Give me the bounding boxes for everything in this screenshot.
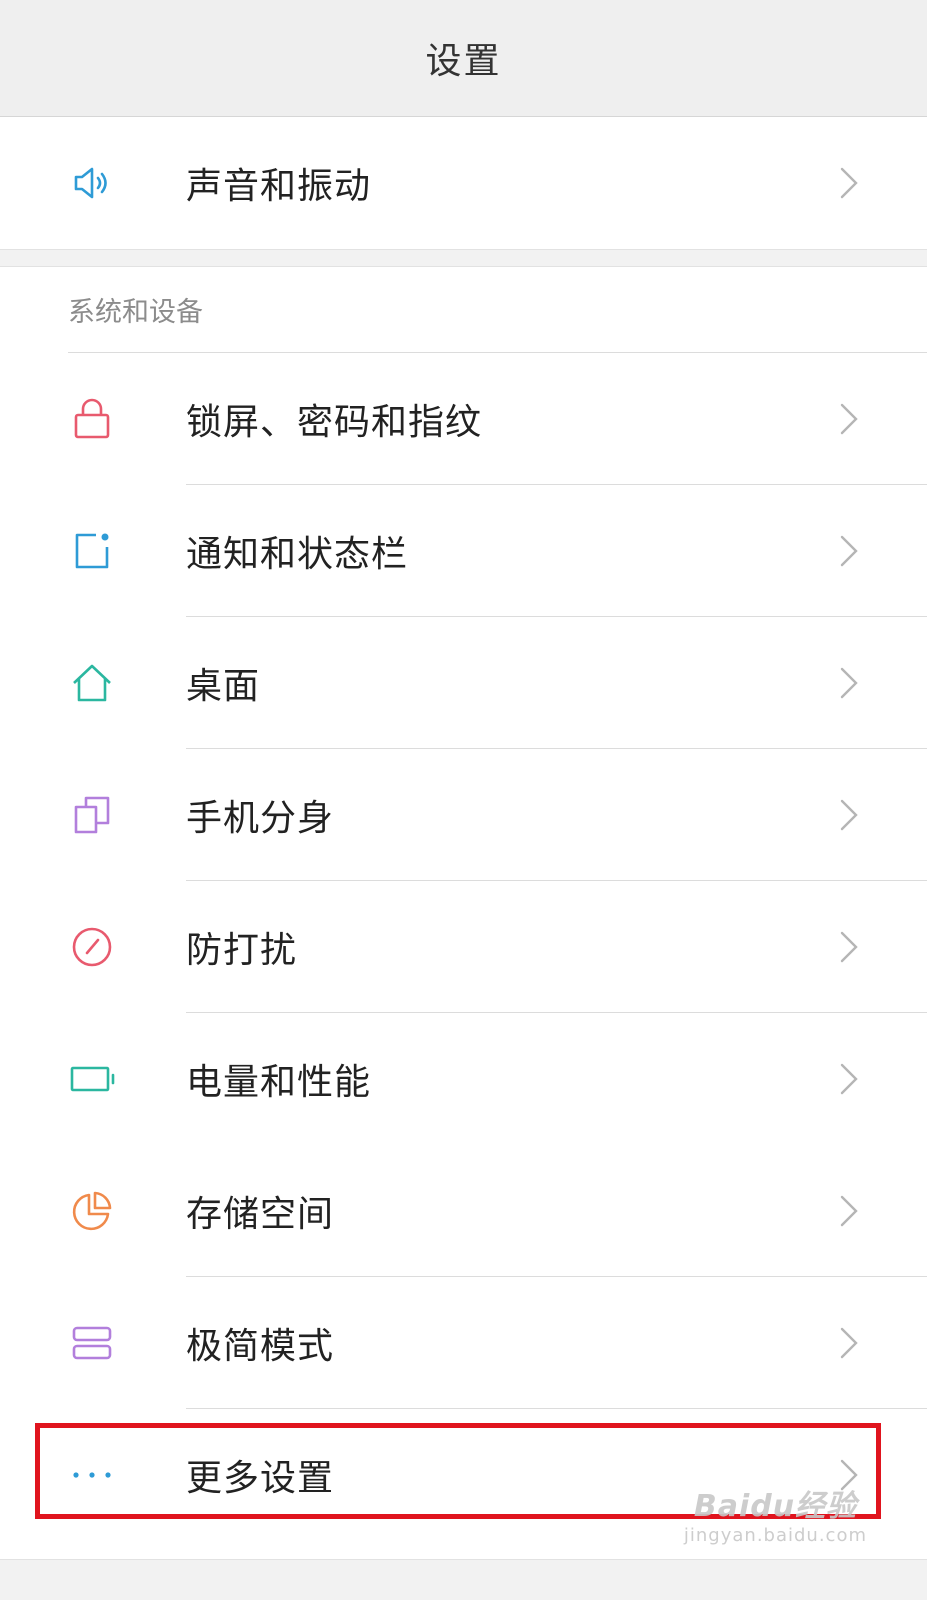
- notification-icon: [68, 527, 116, 575]
- more-dots-icon: [68, 1451, 116, 1499]
- settings-item-label: 电量和性能: [186, 1062, 372, 1103]
- settings-item-app-clone[interactable]: 手机分身: [0, 749, 927, 881]
- chevron-right-icon: [837, 165, 861, 201]
- speaker-icon: [68, 159, 116, 207]
- settings-item-label: 防打扰: [186, 930, 298, 971]
- settings-item-label: 存储空间: [186, 1194, 335, 1235]
- page-title: 设置: [425, 41, 502, 82]
- chevron-right-icon: [837, 929, 861, 965]
- chevron-right-icon: [837, 1061, 861, 1097]
- settings-item-label: 更多设置: [186, 1458, 335, 1499]
- chevron-right-icon: [837, 401, 861, 437]
- watermark-url: jingyan.baidu.com: [683, 1525, 867, 1546]
- settings-item-sound[interactable]: 声音和振动: [0, 117, 927, 249]
- settings-item-notifications[interactable]: 通知和状态栏: [0, 485, 927, 617]
- settings-item-label: 通知和状态栏: [186, 534, 409, 575]
- chevron-right-icon: [837, 797, 861, 833]
- copy-icon: [68, 791, 116, 839]
- settings-item-label: 锁屏、密码和指纹: [186, 402, 483, 443]
- watermark: Baidu经验 jingyan.baidu.com: [684, 1481, 867, 1546]
- settings-group-system: 系统和设备 锁屏、密码和指纹 通知和状态栏 桌面 手机分身 防打扰 电量和性能 …: [0, 266, 927, 1560]
- battery-icon: [68, 1055, 116, 1103]
- chevron-right-icon: [837, 665, 861, 701]
- lock-icon: [68, 395, 116, 443]
- settings-item-desktop[interactable]: 桌面: [0, 617, 927, 749]
- settings-item-label: 极简模式: [186, 1326, 335, 1367]
- settings-item-do-not-disturb[interactable]: 防打扰: [0, 881, 927, 1013]
- settings-group-sound: 声音和振动: [0, 117, 927, 250]
- settings-item-lockscreen[interactable]: 锁屏、密码和指纹: [0, 353, 927, 485]
- chevron-right-icon: [837, 1193, 861, 1229]
- chevron-right-icon: [837, 1325, 861, 1361]
- section-header: 系统和设备: [68, 267, 927, 353]
- settings-item-storage[interactable]: 存储空间: [0, 1145, 927, 1277]
- watermark-logo-text: Baidu经验: [693, 1489, 858, 1524]
- settings-item-label: 手机分身: [186, 798, 335, 839]
- settings-item-battery[interactable]: 电量和性能: [0, 1013, 927, 1145]
- title-bar: 设置: [0, 0, 927, 117]
- pie-chart-icon: [68, 1187, 116, 1235]
- settings-item-label: 桌面: [186, 666, 261, 707]
- settings-item-simple-mode[interactable]: 极简模式: [0, 1277, 927, 1409]
- settings-item-label: 声音和振动: [186, 166, 372, 207]
- chevron-right-icon: [837, 533, 861, 569]
- do-not-disturb-icon: [68, 923, 116, 971]
- home-icon: [68, 659, 116, 707]
- simple-mode-icon: [68, 1319, 116, 1367]
